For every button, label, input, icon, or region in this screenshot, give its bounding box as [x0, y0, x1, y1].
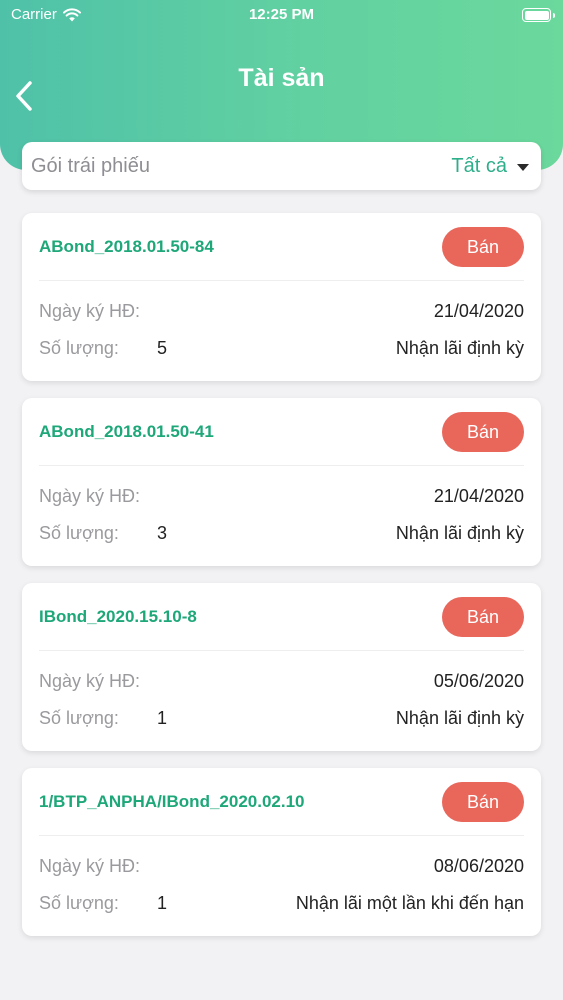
interest-type: Nhận lãi định kỳ — [395, 708, 524, 728]
sell-button[interactable]: Bán — [442, 597, 524, 637]
divider — [39, 835, 524, 836]
status-time: 12:25 PM — [248, 6, 315, 23]
contract-date-value: 05/06/2020 — [433, 671, 524, 691]
quantity-row: Số lượng: 3 Nhận lãi định kỳ — [39, 523, 524, 547]
filter-value[interactable]: Tất cả — [451, 155, 507, 178]
asset-name: IBond_2020.15.10-8 — [39, 607, 197, 626]
asset-name: ABond_2018.01.50-84 — [39, 237, 214, 256]
contract-date-row: Ngày ký HĐ: 21/04/2020 — [39, 486, 524, 510]
quantity-value: 1 — [157, 893, 168, 913]
quantity-row: Số lượng: 1 Nhận lãi một lần khi đến hạn — [39, 893, 524, 917]
quantity-label: Số lượng: — [39, 708, 119, 728]
caret-down-icon[interactable] — [517, 163, 529, 171]
contract-date-row: Ngày ký HĐ: 05/06/2020 — [39, 671, 524, 695]
interest-type: Nhận lãi một lần khi đến hạn — [295, 893, 524, 913]
quantity-label: Số lượng: — [39, 893, 119, 913]
contract-date-label: Ngày ký HĐ: — [39, 856, 141, 876]
asset-name: ABond_2018.01.50-41 — [39, 422, 214, 441]
quantity-value: 1 — [157, 708, 168, 728]
battery-icon — [522, 8, 555, 22]
asset-card: 1/BTP_ANPHA/IBond_2020.02.10 Bán Ngày ký… — [22, 768, 541, 936]
contract-date-row: Ngày ký HĐ: 08/06/2020 — [39, 856, 524, 880]
asset-card: ABond_2018.01.50-84 Bán Ngày ký HĐ: 21/0… — [22, 213, 541, 381]
page-title: Tài sản — [238, 64, 325, 92]
bond-package-filter[interactable]: Gói trái phiếu Tất cả — [22, 142, 541, 190]
quantity-label: Số lượng: — [39, 523, 119, 543]
divider — [39, 650, 524, 651]
contract-date-label: Ngày ký HĐ: — [39, 671, 141, 691]
contract-date-row: Ngày ký HĐ: 21/04/2020 — [39, 301, 524, 325]
interest-type: Nhận lãi định kỳ — [395, 523, 524, 543]
status-bar: Carrier 12:25 PM — [0, 0, 563, 30]
quantity-label: Số lượng: — [39, 338, 119, 358]
sell-button[interactable]: Bán — [442, 412, 524, 452]
contract-date-label: Ngày ký HĐ: — [39, 486, 141, 506]
quantity-value: 3 — [157, 523, 168, 543]
asset-list: ABond_2018.01.50-84 Bán Ngày ký HĐ: 21/0… — [22, 213, 541, 953]
quantity-value: 5 — [157, 338, 168, 358]
contract-date-label: Ngày ký HĐ: — [39, 301, 141, 321]
sell-button[interactable]: Bán — [442, 782, 524, 822]
divider — [39, 280, 524, 281]
quantity-row: Số lượng: 1 Nhận lãi định kỳ — [39, 708, 524, 732]
contract-date-value: 08/06/2020 — [433, 856, 524, 876]
filter-label: Gói trái phiếu — [31, 154, 150, 177]
asset-card: ABond_2018.01.50-41 Bán Ngày ký HĐ: 21/0… — [22, 398, 541, 566]
asset-card: IBond_2020.15.10-8 Bán Ngày ký HĐ: 05/06… — [22, 583, 541, 751]
sell-button[interactable]: Bán — [442, 227, 524, 267]
asset-name: 1/BTP_ANPHA/IBond_2020.02.10 — [39, 792, 305, 811]
divider — [39, 465, 524, 466]
quantity-row: Số lượng: 5 Nhận lãi định kỳ — [39, 338, 524, 362]
interest-type: Nhận lãi định kỳ — [395, 338, 524, 358]
contract-date-value: 21/04/2020 — [433, 301, 524, 321]
contract-date-value: 21/04/2020 — [433, 486, 524, 506]
